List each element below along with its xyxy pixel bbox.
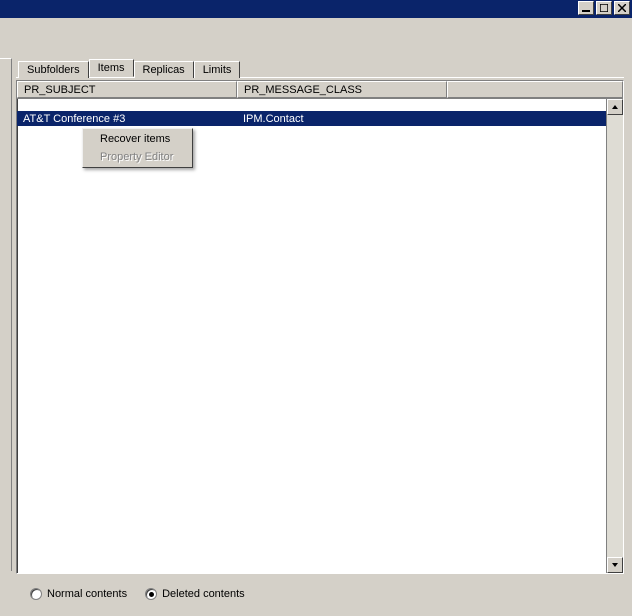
column-header-spacer [447,81,623,98]
menu-property-editor: Property Editor [84,148,191,166]
vertical-scrollbar[interactable] [606,99,623,573]
radio-icon [30,588,42,600]
radio-normal-contents[interactable]: Normal contents [30,588,127,600]
column-headers: PR_SUBJECT PR_MESSAGE_CLASS [17,81,623,99]
content-mode-bar: Normal contents Deleted contents [18,582,624,606]
window-controls [578,1,630,15]
list-row[interactable]: AT&T Conference #3 IPM.Contact [17,111,606,126]
radio-deleted-contents[interactable]: Deleted contents [145,588,245,600]
minimize-button[interactable] [578,1,594,15]
radio-icon [145,588,157,600]
context-menu: Recover items Property Editor [82,128,193,168]
tab-items[interactable]: Items [89,59,134,77]
close-button[interactable] [614,1,630,15]
column-header-subject[interactable]: PR_SUBJECT [17,81,237,98]
tab-strip: Subfolders Items Replicas Limits [16,58,624,78]
scroll-up-button[interactable] [607,99,623,115]
menu-recover-items[interactable]: Recover items [84,130,191,148]
cell-subject: AT&T Conference #3 [17,113,237,125]
tab-limits[interactable]: Limits [194,61,241,78]
radio-normal-label: Normal contents [47,588,127,600]
tab-replicas[interactable]: Replicas [134,61,194,78]
title-bar [0,0,632,18]
column-header-message-class[interactable]: PR_MESSAGE_CLASS [237,81,447,98]
list-body[interactable]: AT&T Conference #3 IPM.Contact [17,99,606,573]
maximize-button[interactable] [596,1,612,15]
scroll-down-button[interactable] [607,557,623,573]
client-area: Subfolders Items Replicas Limits PR_SUBJ… [0,18,632,616]
tab-subfolders[interactable]: Subfolders [18,61,89,78]
radio-deleted-label: Deleted contents [162,588,245,600]
left-panel-edge [0,58,12,571]
cell-message-class: IPM.Contact [237,113,447,125]
